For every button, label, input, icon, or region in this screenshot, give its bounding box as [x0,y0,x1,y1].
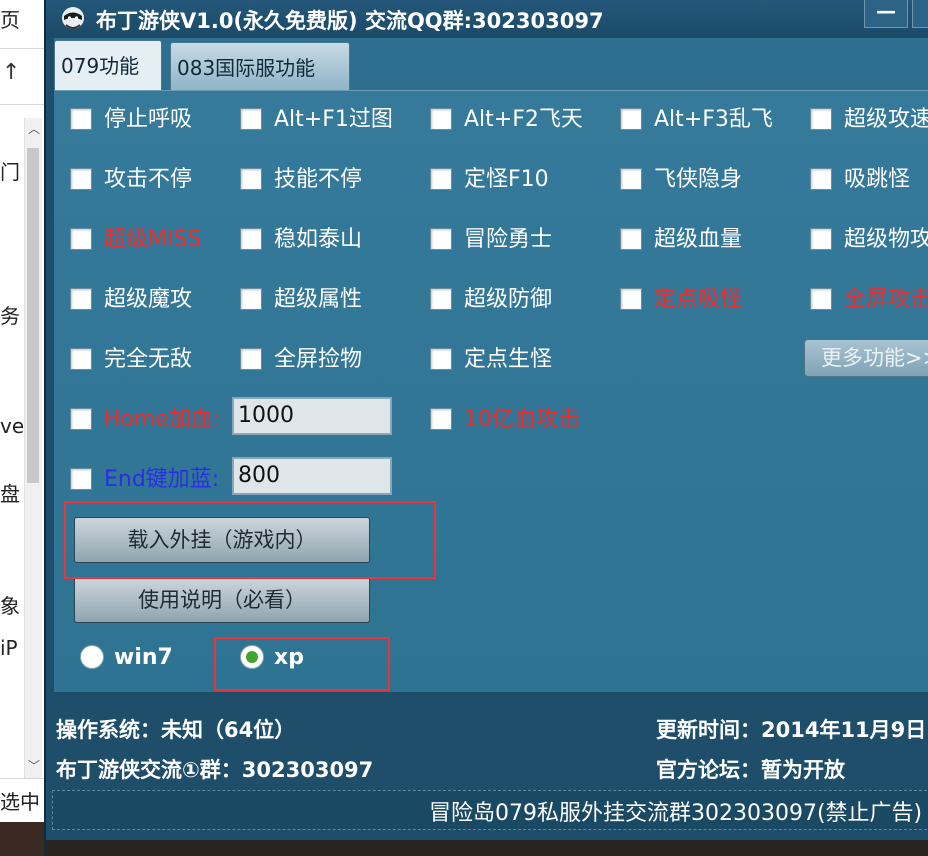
bg-divider [0,48,44,49]
marquee-banner: 冒险岛079私服外挂交流群302303097(禁止广告) [52,790,928,830]
bg-text-fragment: 选中 [0,790,40,814]
checkbox-label: 定点生怪 [464,347,553,372]
maximize-button[interactable] [912,0,928,28]
minimize-button[interactable]: — [864,0,908,28]
chevron-up-icon[interactable]: ︿ [28,120,40,137]
checkbox-label: 技能不停 [274,167,363,192]
highlight-box-load [64,501,436,579]
bg-text-fragment: 盘 [0,482,20,506]
radio-dot[interactable] [80,645,104,669]
checkbox-label: 超级物攻 [844,227,928,252]
radio-label: win7 [114,645,173,670]
ninja-app-icon [62,7,84,29]
checkbox-box[interactable] [430,228,452,250]
checkbox-box[interactable] [810,168,832,190]
checkbox-label: 定点吸怪 [654,287,743,312]
bg-text-fragment: iP [0,636,18,660]
checkbox-box[interactable] [240,108,262,130]
checkbox-label: Alt+F3乱飞 [654,107,773,132]
checkbox-label: 超级防御 [464,287,553,312]
bg-divider [0,104,44,105]
background-window: 页 ↑ 门 务 ve 盘 象 iP ︿ ﹀ 选中 [0,0,44,856]
checkbox-label: 10亿血攻击 [464,407,580,432]
checkbox-label: 超级魔攻 [104,287,193,312]
checkbox-box[interactable] [240,288,262,310]
bg-text-fragment: 页 [0,8,20,32]
checkbox-box[interactable] [70,108,92,130]
checkbox-label: 超级MISS [104,227,202,252]
main-window: 布丁游侠V1.0(永久免费版) 交流QQ群:302303097 — 079功能 … [44,0,928,856]
status-area: 操作系统：未知（64位） 更新时间：2014年11月9日 布丁游侠交流①群：30… [46,692,928,856]
checkbox-label: End键加蓝: [104,467,220,492]
bg-text-fragment: 门 [0,160,20,184]
forum-text: 官方论坛：暂为开放 [656,758,845,782]
checkbox-label: 稳如泰山 [274,227,363,252]
checkbox-box[interactable] [430,168,452,190]
checkbox-box[interactable] [70,168,92,190]
checkbox-label: 攻击不停 [104,167,193,192]
main-panel: 079功能 083国际服功能 停止呼吸 Alt+F1过图 Alt+F2飞天 Al… [54,38,928,692]
checkbox-label: 超级血量 [654,227,743,252]
tab-079[interactable]: 079功能 [54,40,162,90]
update-time-text: 更新时间：2014年11月9日 [656,718,927,742]
highlight-box-xp [214,637,390,691]
checkbox-box[interactable] [810,288,832,310]
checkbox-box[interactable] [620,108,642,130]
checkbox-box[interactable] [240,168,262,190]
checkbox-box[interactable] [810,108,832,130]
bg-scrollbar-thumb[interactable] [27,148,39,483]
checkbox-box[interactable] [70,468,92,490]
home-heal-value-input[interactable]: 1000 [232,397,392,435]
more-features-button[interactable]: 更多功能>> [804,339,928,377]
window-title: 布丁游侠V1.0(永久免费版) 交流QQ群:302303097 [96,9,604,33]
os-info-text: 操作系统：未知（64位） [56,718,296,742]
tab-083-international[interactable]: 083国际服功能 [170,42,350,90]
checkbox-box[interactable] [620,228,642,250]
checkbox-label: 全屏捡物 [274,347,363,372]
qq-group-text: 布丁游侠交流①群：302303097 [56,758,374,782]
checkbox-label: 飞侠隐身 [654,167,743,192]
checkbox-label: 超级攻速 [844,107,928,132]
checkbox-label: Alt+F1过图 [274,107,393,132]
checkbox-box[interactable] [240,348,262,370]
checkbox-label: 超级属性 [274,287,363,312]
manual-button[interactable]: 使用说明（必看） [74,577,370,623]
bg-bottom-area [0,822,44,856]
chevron-down-icon[interactable]: ﹀ [28,757,40,774]
checkbox-label: Home加血: [104,407,221,432]
checkbox-box[interactable] [70,408,92,430]
bg-text-fragment: 象 [0,594,20,618]
checkbox-box[interactable] [430,288,452,310]
checkbox-label: 冒险勇士 [464,227,553,252]
checkbox-box[interactable] [70,228,92,250]
checkbox-label: 停止呼吸 [104,107,193,132]
window-bottom-edge [46,840,928,856]
checkbox-label: 全屏攻击 [844,287,928,312]
title-bar[interactable]: 布丁游侠V1.0(永久免费版) 交流QQ群:302303097 — [46,0,928,38]
checkbox-label: 吸跳怪 [844,167,911,192]
bg-text-fragment: 务 [0,304,20,328]
checkbox-box[interactable] [70,288,92,310]
checkbox-box[interactable] [240,228,262,250]
checkbox-box[interactable] [810,228,832,250]
marquee-text: 冒险岛079私服外挂交流群302303097(禁止广告) [429,801,923,826]
bg-text-fragment: ve [0,414,25,438]
tab-content-079: 停止呼吸 Alt+F1过图 Alt+F2飞天 Alt+F3乱飞 超级攻速 攻击不… [54,90,928,692]
checkbox-box[interactable] [70,348,92,370]
bg-divider [0,778,44,779]
checkbox-box[interactable] [620,168,642,190]
up-arrow-icon[interactable]: ↑ [2,60,20,85]
checkbox-box[interactable] [620,288,642,310]
checkbox-box[interactable] [430,408,452,430]
checkbox-label: 定怪F10 [464,167,549,192]
checkbox-box[interactable] [430,108,452,130]
checkbox-box[interactable] [430,348,452,370]
end-mana-value-input[interactable]: 800 [232,457,392,495]
checkbox-label: Alt+F2飞天 [464,107,583,132]
bg-scrollbar[interactable]: ︿ ﹀ [24,118,42,778]
tab-strip: 079功能 083国际服功能 [54,38,928,90]
checkbox-label: 完全无敌 [104,347,193,372]
